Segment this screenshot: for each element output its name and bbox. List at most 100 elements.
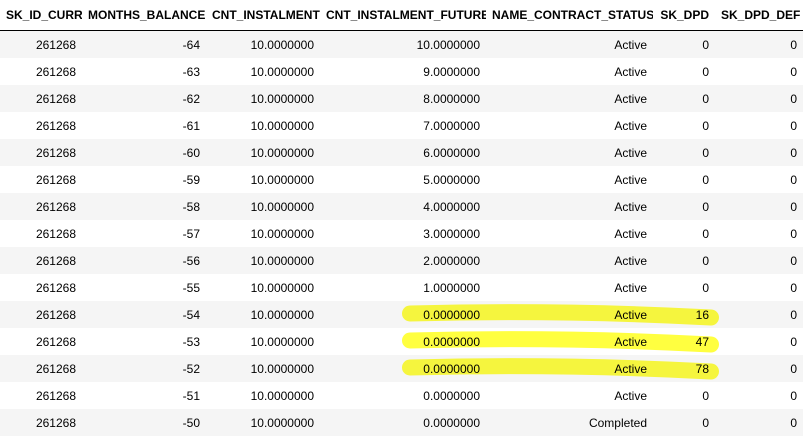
column-header-name-contract-status[interactable]: NAME_CONTRACT_STATUS [486,0,653,31]
cell-cnt-instalment-future: 0.0000000 [320,328,486,355]
cell-name-contract-status: Active [486,220,653,247]
cell-name-contract-status: Active [486,58,653,85]
column-header-cnt-instalment[interactable]: CNT_INSTALMENT [206,0,320,31]
dataframe-table-container: SK_ID_CURR MONTHS_BALANCE CNT_INSTALMENT… [0,0,803,436]
cell-months-balance: -58 [82,193,206,220]
cell-sk-id-curr: 261268 [0,139,82,166]
cell-sk-dpd-def: 0 [715,355,803,382]
table-row: 261268-5810.00000004.0000000Active00 [0,193,803,220]
cell-name-contract-status: Active [486,193,653,220]
table-row: 261268-5710.00000003.0000000Active00 [0,220,803,247]
cell-cnt-instalment-future: 1.0000000 [320,274,486,301]
cell-sk-dpd-def: 0 [715,328,803,355]
cell-months-balance: -51 [82,382,206,409]
cell-sk-dpd: 0 [653,112,715,139]
cell-sk-dpd-def: 0 [715,193,803,220]
cell-cnt-instalment-future: 0.0000000 [320,301,486,328]
cell-sk-dpd: 0 [653,58,715,85]
cell-name-contract-status: Active [486,166,653,193]
cell-cnt-instalment: 10.0000000 [206,85,320,112]
cell-sk-dpd: 0 [653,220,715,247]
cell-months-balance: -60 [82,139,206,166]
cell-cnt-instalment: 10.0000000 [206,31,320,59]
table-header: SK_ID_CURR MONTHS_BALANCE CNT_INSTALMENT… [0,0,803,31]
cell-months-balance: -62 [82,85,206,112]
cell-name-contract-status: Active [486,31,653,59]
cell-cnt-instalment-future: 6.0000000 [320,139,486,166]
cell-name-contract-status: Active [486,301,653,328]
cell-sk-dpd-def: 0 [715,301,803,328]
column-header-months-balance[interactable]: MONTHS_BALANCE [82,0,206,31]
cell-sk-dpd: 0 [653,382,715,409]
cell-sk-id-curr: 261268 [0,355,82,382]
column-header-sk-dpd-def[interactable]: SK_DPD_DEF [715,0,803,31]
cell-sk-dpd: 16 [653,301,715,328]
table-row: 261268-5410.00000000.0000000Active160 [0,301,803,328]
cell-sk-id-curr: 261268 [0,166,82,193]
cell-sk-id-curr: 261268 [0,112,82,139]
cell-cnt-instalment: 10.0000000 [206,409,320,436]
cell-sk-dpd-def: 0 [715,58,803,85]
cell-sk-id-curr: 261268 [0,274,82,301]
cell-sk-dpd-def: 0 [715,139,803,166]
cell-months-balance: -52 [82,355,206,382]
cell-name-contract-status: Active [486,112,653,139]
cell-cnt-instalment-future: 5.0000000 [320,166,486,193]
cell-sk-id-curr: 261268 [0,301,82,328]
table-row: 261268-6310.00000009.0000000Active00 [0,58,803,85]
cell-sk-dpd-def: 0 [715,220,803,247]
cell-sk-id-curr: 261268 [0,409,82,436]
table-row: 261268-5210.00000000.0000000Active780 [0,355,803,382]
column-header-cnt-instalment-future[interactable]: CNT_INSTALMENT_FUTURE [320,0,486,31]
cell-name-contract-status: Active [486,382,653,409]
cell-months-balance: -56 [82,247,206,274]
header-row: SK_ID_CURR MONTHS_BALANCE CNT_INSTALMENT… [0,0,803,31]
cell-sk-id-curr: 261268 [0,382,82,409]
cell-cnt-instalment: 10.0000000 [206,139,320,166]
cell-cnt-instalment-future: 9.0000000 [320,58,486,85]
cell-sk-id-curr: 261268 [0,220,82,247]
column-header-sk-id-curr[interactable]: SK_ID_CURR [0,0,82,31]
cell-sk-id-curr: 261268 [0,31,82,59]
cell-name-contract-status: Active [486,328,653,355]
cell-months-balance: -54 [82,301,206,328]
table-body: 261268-6410.000000010.0000000Active00261… [0,31,803,436]
cell-cnt-instalment: 10.0000000 [206,166,320,193]
cell-sk-dpd: 47 [653,328,715,355]
table-row: 261268-5010.00000000.0000000Completed00 [0,409,803,436]
table-row: 261268-5310.00000000.0000000Active470 [0,328,803,355]
cell-cnt-instalment: 10.0000000 [206,301,320,328]
cell-sk-dpd: 0 [653,85,715,112]
cell-sk-dpd-def: 0 [715,166,803,193]
cell-cnt-instalment: 10.0000000 [206,274,320,301]
cell-months-balance: -59 [82,166,206,193]
cell-months-balance: -50 [82,409,206,436]
table-row: 261268-6010.00000006.0000000Active00 [0,139,803,166]
table-row: 261268-6210.00000008.0000000Active00 [0,85,803,112]
cell-sk-id-curr: 261268 [0,58,82,85]
cell-sk-dpd: 78 [653,355,715,382]
dataframe-table: SK_ID_CURR MONTHS_BALANCE CNT_INSTALMENT… [0,0,803,436]
cell-cnt-instalment: 10.0000000 [206,193,320,220]
cell-cnt-instalment: 10.0000000 [206,58,320,85]
cell-sk-dpd-def: 0 [715,247,803,274]
cell-cnt-instalment-future: 0.0000000 [320,409,486,436]
cell-cnt-instalment: 10.0000000 [206,382,320,409]
cell-cnt-instalment-future: 7.0000000 [320,112,486,139]
cell-sk-dpd: 0 [653,247,715,274]
cell-sk-dpd: 0 [653,166,715,193]
cell-cnt-instalment: 10.0000000 [206,328,320,355]
cell-sk-dpd: 0 [653,31,715,59]
cell-sk-dpd-def: 0 [715,382,803,409]
cell-name-contract-status: Active [486,85,653,112]
cell-name-contract-status: Active [486,247,653,274]
table-row: 261268-6110.00000007.0000000Active00 [0,112,803,139]
cell-sk-dpd-def: 0 [715,274,803,301]
cell-cnt-instalment-future: 2.0000000 [320,247,486,274]
cell-months-balance: -61 [82,112,206,139]
cell-cnt-instalment-future: 10.0000000 [320,31,486,59]
table-row: 261268-5510.00000001.0000000Active00 [0,274,803,301]
table-row: 261268-5110.00000000.0000000Active00 [0,382,803,409]
cell-name-contract-status: Active [486,139,653,166]
column-header-sk-dpd[interactable]: SK_DPD [653,0,715,31]
